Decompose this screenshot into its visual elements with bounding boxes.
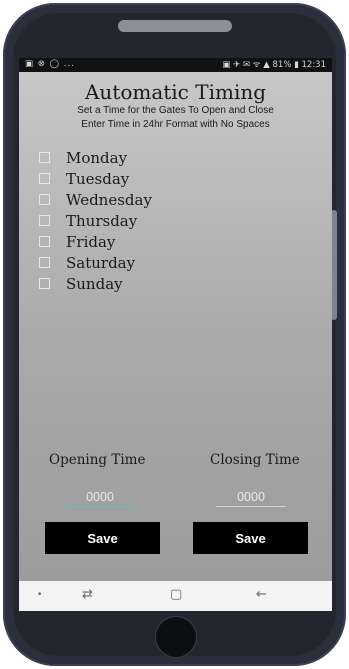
app-screen: ▣ ⊗ ◯ ... ▣ ✈ ✉ ᯤ ▲ 81% ▮ 12:31 Automati… — [19, 58, 332, 611]
tuesday-label: Tuesday — [66, 170, 130, 188]
friday-checkbox[interactable] — [39, 236, 50, 247]
day-checkbox-list: Monday Tuesday Wednesday Thursday Friday… — [39, 148, 239, 295]
back-icon[interactable]: ← — [256, 587, 267, 602]
thursday-label: Thursday — [66, 212, 138, 230]
day-row-friday[interactable]: Friday — [39, 232, 239, 253]
wednesday-label: Wednesday — [66, 191, 152, 209]
recent-apps-icon[interactable]: ⇄ — [82, 587, 93, 602]
status-time: 12:31 — [301, 60, 327, 70]
closing-time-input[interactable] — [216, 488, 286, 507]
save-opening-button[interactable]: Save — [45, 522, 160, 554]
save-closing-button[interactable]: Save — [193, 522, 308, 554]
navigation-bar: • ⇄ ▢ ← — [19, 581, 332, 611]
status-right-group: ▣ ✈ ✉ ᯤ ▲ 81% ▮ 12:31 — [222, 59, 326, 70]
monday-checkbox[interactable] — [39, 152, 50, 163]
day-row-thursday[interactable]: Thursday — [39, 211, 239, 232]
saturday-label: Saturday — [66, 254, 136, 272]
tuesday-checkbox[interactable] — [39, 173, 50, 184]
day-row-sunday[interactable]: Sunday — [39, 274, 239, 295]
opening-time-label: Opening Time — [49, 452, 146, 468]
opening-time-input[interactable] — [65, 488, 135, 507]
wednesday-checkbox[interactable] — [39, 194, 50, 205]
battery-level: 81% — [272, 60, 292, 70]
monday-label: Monday — [66, 149, 128, 167]
nav-dot-icon: • — [37, 590, 43, 600]
physical-home-button[interactable] — [156, 617, 196, 657]
day-row-saturday[interactable]: Saturday — [39, 253, 239, 274]
sunday-label: Sunday — [66, 275, 123, 293]
status-bar: ▣ ⊗ ◯ ... ▣ ✈ ✉ ᯤ ▲ 81% ▮ 12:31 — [19, 58, 332, 72]
instruction-line-2: Enter Time in 24hr Format with No Spaces — [81, 119, 270, 130]
day-row-wednesday[interactable]: Wednesday — [39, 190, 239, 211]
thursday-checkbox[interactable] — [39, 215, 50, 226]
instruction-line-1: Set a Time for the Gates To Open and Clo… — [77, 105, 274, 116]
day-row-tuesday[interactable]: Tuesday — [39, 169, 239, 190]
closing-time-label: Closing Time — [210, 452, 300, 468]
friday-label: Friday — [66, 233, 116, 251]
phone-speaker — [118, 20, 232, 32]
status-notification-icons: ▣ ⊗ ◯ ... — [25, 59, 75, 69]
saturday-checkbox[interactable] — [39, 257, 50, 268]
status-system-icons: ▣ ✈ ✉ ᯤ ▲ — [222, 60, 270, 70]
day-row-monday[interactable]: Monday — [39, 148, 239, 169]
page-title: Automatic Timing — [84, 80, 267, 104]
battery-icon: ▮ — [294, 60, 299, 70]
sunday-checkbox[interactable] — [39, 278, 50, 289]
home-icon[interactable]: ▢ — [170, 587, 182, 602]
